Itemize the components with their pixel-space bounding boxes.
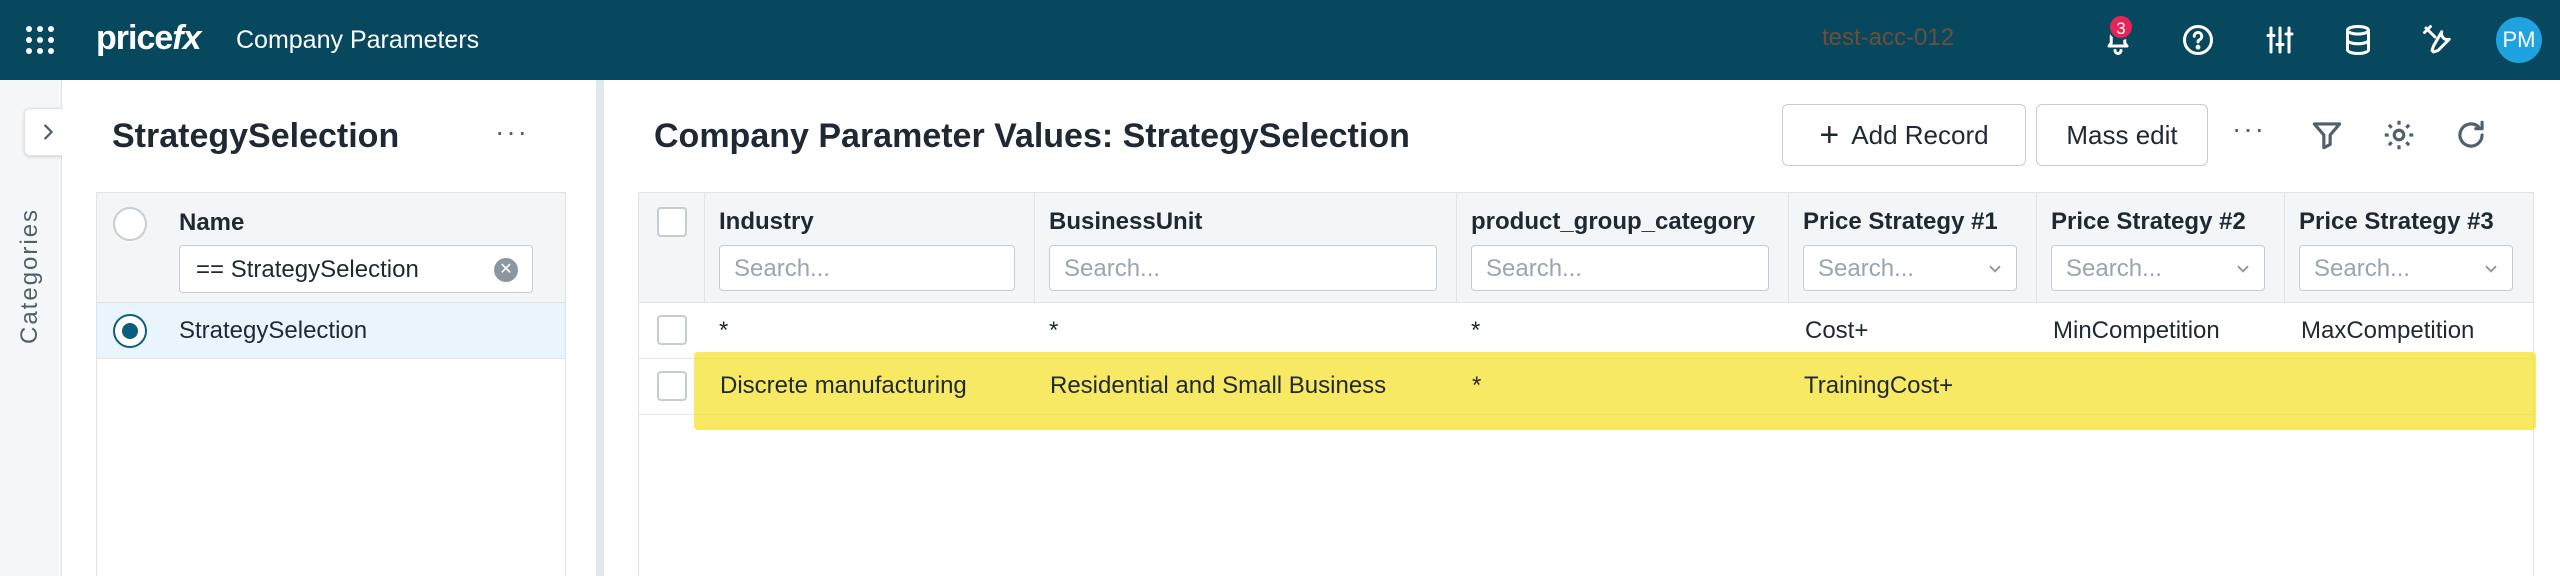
plus-icon: +: [1819, 116, 1840, 154]
column-header[interactable]: Price Strategy #2: [2051, 205, 2246, 239]
column-price-strategy-2: Price Strategy #2 Search...: [2037, 193, 2285, 303]
panel-more-menu-icon[interactable]: ···: [492, 118, 532, 152]
cell-price-strategy-1[interactable]: Cost+: [1805, 315, 1868, 347]
apps-grid-icon[interactable]: [26, 26, 54, 54]
database-icon[interactable]: [2340, 22, 2376, 58]
row-checkbox[interactable]: [657, 315, 687, 345]
table-row[interactable]: * * * Cost+ MinCompetition MaxCompetitio…: [639, 303, 2533, 359]
cell-product-group-category[interactable]: *: [1472, 370, 1481, 402]
column-price-strategy-1: Price Strategy #1 Search...: [1789, 193, 2037, 303]
cell-industry[interactable]: Discrete manufacturing: [720, 370, 967, 402]
notification-badge: 3: [2108, 14, 2134, 40]
user-avatar[interactable]: PM: [2496, 17, 2542, 63]
column-header-name: Name: [179, 209, 245, 236]
price-strategy-3-select[interactable]: Search...: [2299, 245, 2513, 291]
list-item[interactable]: StrategySelection: [97, 303, 565, 359]
filter-funnel-icon[interactable]: [2308, 116, 2346, 154]
clear-filter-icon[interactable]: ✕: [494, 258, 518, 282]
page-title: Company Parameter Values: StrategySelect…: [654, 117, 1410, 155]
select-all-radio[interactable]: [113, 207, 147, 241]
column-header[interactable]: Price Strategy #3: [2299, 205, 2494, 239]
panel-splitter[interactable]: [596, 80, 604, 576]
column-product-group-category: product_group_category Search...: [1457, 193, 1789, 303]
parameter-list-panel: StrategySelection ··· Name == StrategySe…: [62, 80, 602, 576]
select-all-checkbox[interactable]: [657, 207, 687, 237]
list-item-label: StrategySelection: [179, 317, 368, 344]
panel-title: StrategySelection: [112, 117, 400, 155]
chevron-right-icon: [44, 124, 53, 140]
price-strategy-2-select[interactable]: Search...: [2051, 245, 2265, 291]
price-strategy-1-select[interactable]: Search...: [1803, 245, 2017, 291]
column-header[interactable]: BusinessUnit: [1049, 205, 1202, 239]
businessunit-search-input[interactable]: Search...: [1049, 245, 1437, 291]
cell-product-group-category[interactable]: *: [1471, 315, 1480, 347]
sliders-icon[interactable]: [2262, 22, 2298, 58]
row-select-radio[interactable]: [113, 314, 147, 348]
product-group-category-search-input[interactable]: Search...: [1471, 245, 1769, 291]
cell-businessunit[interactable]: *: [1049, 315, 1058, 347]
list-header: Name == StrategySelection ✕: [97, 193, 565, 303]
categories-label[interactable]: Categories: [13, 144, 47, 344]
pricefx-logo[interactable]: pricefx: [96, 18, 202, 58]
parameter-list-table: Name == StrategySelection ✕ StrategySele…: [96, 192, 566, 576]
column-header[interactable]: product_group_category: [1471, 205, 1755, 239]
environment-label: test-acc-012: [1822, 24, 1955, 51]
cell-businessunit[interactable]: Residential and Small Business: [1050, 370, 1386, 402]
cell-price-strategy-1[interactable]: TrainingCost+: [1804, 370, 1953, 402]
add-record-button[interactable]: + Add Record: [1782, 104, 2026, 166]
table-row-highlighted[interactable]: Discrete manufacturing Residential and S…: [638, 358, 2534, 414]
column-price-strategy-3: Price Strategy #3 Search...: [2285, 193, 2533, 303]
help-icon[interactable]: [2180, 22, 2216, 58]
settings-gear-icon[interactable]: [2380, 116, 2418, 154]
column-header[interactable]: Industry: [719, 205, 814, 239]
app-title: Company Parameters: [236, 26, 480, 54]
cell-price-strategy-2[interactable]: MinCompetition: [2053, 315, 2220, 347]
chevron-down-icon: [2237, 265, 2249, 273]
chevron-down-icon: [2485, 265, 2497, 273]
industry-search-input[interactable]: Search...: [719, 245, 1015, 291]
tools-wrench-icon[interactable]: [2420, 22, 2456, 58]
chevron-down-icon: [1989, 265, 2001, 273]
top-bar: pricefx Company Parameters test-acc-012 …: [0, 0, 2560, 80]
column-businessunit: BusinessUnit Search...: [1035, 193, 1457, 303]
cell-price-strategy-3[interactable]: MaxCompetition: [2301, 315, 2474, 347]
refresh-icon[interactable]: [2452, 116, 2490, 154]
grid-header: Industry Search... BusinessUnit Search..…: [639, 193, 2533, 303]
mass-edit-button[interactable]: Mass edit: [2036, 104, 2208, 166]
column-header[interactable]: Price Strategy #1: [1803, 205, 1998, 239]
cell-industry[interactable]: *: [719, 315, 728, 347]
more-actions-icon[interactable]: ···: [2230, 115, 2268, 154]
column-industry: Industry Search...: [705, 193, 1035, 303]
name-filter-input[interactable]: == StrategySelection ✕: [179, 245, 533, 293]
